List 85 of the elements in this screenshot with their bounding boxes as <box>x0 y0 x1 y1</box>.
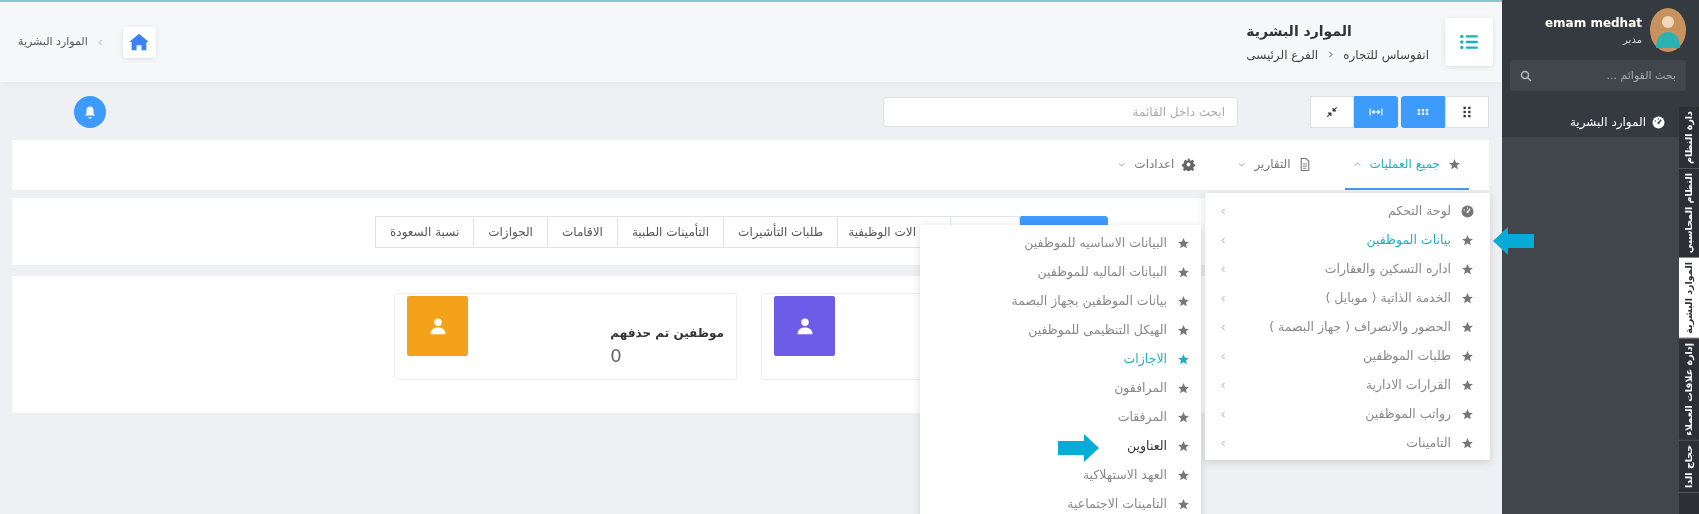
gear-icon <box>1182 157 1196 171</box>
menu-item[interactable]: الحضور والانصراف ( جهاز البصمة ) <box>1205 313 1490 342</box>
view-button[interactable] <box>1354 96 1398 128</box>
menu-tab[interactable]: جميع العمليات <box>1344 140 1469 190</box>
menu-item[interactable]: رواتب الموظفين <box>1205 400 1490 429</box>
menu-button[interactable] <box>1445 18 1493 66</box>
menu-item[interactable]: التامينات <box>1205 429 1490 458</box>
menu-item[interactable]: الهيكل التنظيمى للموظفين <box>920 316 1201 345</box>
notification-button[interactable] <box>74 96 106 128</box>
compress-icon <box>1325 105 1339 119</box>
menu-item[interactable]: اداره التسكين والعقارات <box>1205 255 1490 284</box>
side-tab[interactable]: إدارة علاقات العملاء <box>1679 338 1699 441</box>
star-icon <box>1461 350 1474 363</box>
tab[interactable]: طلبات التأشيرات <box>723 215 839 248</box>
menu-item[interactable]: التامينات الاجتماعية <box>920 490 1201 514</box>
star-icon <box>1461 437 1474 450</box>
chevron-icon <box>1219 323 1228 332</box>
menu-item[interactable]: العناوين <box>920 432 1201 461</box>
menu-item[interactable]: لوحة التحكم <box>1205 197 1490 226</box>
chevron-icon <box>1219 352 1228 361</box>
star-icon <box>1177 237 1190 250</box>
gauge-icon <box>1461 205 1474 218</box>
module-item[interactable]: الموارد البشرية <box>1502 107 1679 137</box>
star-icon <box>1177 440 1190 453</box>
menu-search-field[interactable]: بحث القوائم ... <box>1510 60 1686 91</box>
page-title: الموارد البشرية <box>1246 21 1352 42</box>
star-icon <box>1461 292 1474 305</box>
star-icon <box>1461 321 1474 334</box>
star-icon <box>1177 324 1190 337</box>
list-menu-icon <box>1459 34 1479 50</box>
star-icon <box>1177 411 1190 424</box>
avatar-icon <box>1650 8 1686 52</box>
chevron-icon <box>1219 294 1228 303</box>
tab[interactable]: نسبة السعودة <box>375 215 475 248</box>
home-icon <box>129 33 150 51</box>
breadcrumb-text[interactable]: الموارد البشرية <box>18 33 88 51</box>
star-icon <box>1461 263 1474 276</box>
tab[interactable]: التأمينات الطبية <box>616 215 725 248</box>
bell-icon <box>84 105 96 119</box>
chevron-icon <box>1219 410 1228 419</box>
home-button[interactable] <box>122 26 156 58</box>
chevron-icon <box>95 37 105 47</box>
view-button[interactable] <box>1401 96 1445 128</box>
star-icon <box>1177 469 1190 482</box>
chevron-icon <box>1326 50 1336 59</box>
menu-item[interactable]: العهد الاستهلاكية <box>920 461 1201 490</box>
chevron-icon <box>1219 439 1228 448</box>
star-icon <box>1177 498 1190 511</box>
chevron-icon <box>1219 236 1228 245</box>
stat-value: 0 <box>610 344 622 368</box>
document-icon <box>1298 157 1311 171</box>
search-field[interactable]: ابحث داخل القائمة <box>883 97 1238 127</box>
menu-item[interactable]: الاجازات <box>920 345 1201 374</box>
chevron-icon <box>1219 207 1228 216</box>
star-icon <box>1461 234 1474 247</box>
tab[interactable]: الجوازات <box>473 215 548 248</box>
menu-item[interactable]: الخدمة الذاتية ( موبايل ) <box>1205 284 1490 313</box>
menu-item[interactable]: طلبات الموظفين <box>1205 342 1490 371</box>
menu-item[interactable]: القرارات الادارية <box>1205 371 1490 400</box>
menu-tab[interactable]: اعدادات <box>1109 140 1204 190</box>
star-icon <box>1177 382 1190 395</box>
arrow-icon <box>1493 227 1534 255</box>
side-tab[interactable]: الموارد البشرية <box>1679 258 1699 339</box>
star-icon <box>1177 295 1190 308</box>
arrow-icon <box>1058 434 1099 462</box>
menu-tab[interactable]: التقارير <box>1229 140 1319 190</box>
menu-item[interactable]: المرافقون <box>920 374 1201 403</box>
star-icon <box>1177 353 1190 366</box>
star-icon <box>1177 266 1190 279</box>
chevron-icon <box>1219 381 1228 390</box>
user-name: emam medhat <box>1544 14 1642 32</box>
star-icon <box>1461 379 1474 392</box>
menu-item[interactable]: بيانات الموظفين بجهاز البصمة <box>920 287 1201 316</box>
menu-item[interactable]: بيانات الموظفين <box>1205 226 1490 255</box>
stat-title: موظفين تم حذفهم <box>610 325 724 342</box>
tab[interactable]: الاقامات <box>546 215 618 248</box>
menu-item[interactable]: المرفقات <box>920 403 1201 432</box>
user-role: مدير <box>1623 32 1642 47</box>
breadcrumb-text[interactable]: انفوساس للتجاره <box>1343 45 1429 64</box>
star-icon <box>1448 157 1461 171</box>
star-icon <box>1461 408 1474 421</box>
chevron-icon <box>1219 265 1228 274</box>
gauge-icon <box>1652 115 1665 129</box>
breadcrumb-text[interactable]: الفرع الرئيسى <box>1246 45 1319 64</box>
menu-item[interactable]: البيانات الماليه للموظفين <box>920 258 1201 287</box>
